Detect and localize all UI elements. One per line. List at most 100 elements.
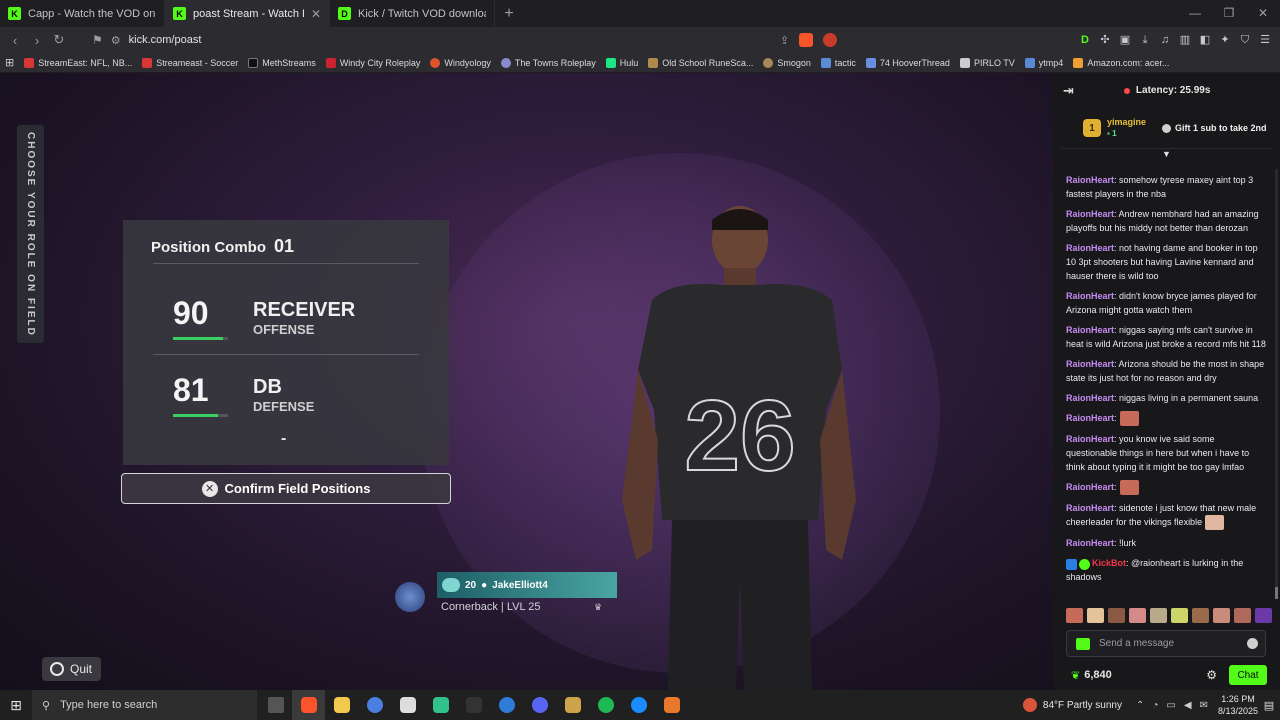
brave-rewards-icon[interactable] bbox=[823, 33, 838, 47]
chat-username[interactable]: RaionHeart bbox=[1066, 434, 1114, 444]
pinned-gifter[interactable]: 1 yimagine ▪ 1 Gift 1 sub to take 2nd bbox=[1053, 108, 1280, 148]
chat-scrollbar[interactable] bbox=[1275, 169, 1278, 599]
bookmark-item[interactable]: Old School RuneSca... bbox=[643, 57, 758, 68]
bookmark-item[interactable]: PIRLO TV bbox=[955, 57, 1020, 68]
maximize-icon[interactable]: ❐ bbox=[1212, 0, 1246, 27]
chat-username[interactable]: RaionHeart bbox=[1066, 243, 1114, 253]
emote-icon[interactable] bbox=[1213, 608, 1230, 623]
chat-username[interactable]: RaionHeart bbox=[1066, 413, 1114, 423]
music-icon[interactable]: ♫ bbox=[1158, 33, 1172, 47]
bookmark-item[interactable]: Smogon bbox=[758, 57, 816, 68]
bookmark-item[interactable]: ytmp4 bbox=[1020, 57, 1069, 68]
app-icon[interactable] bbox=[556, 690, 589, 720]
channel-points[interactable]: 6,840 bbox=[1084, 669, 1112, 681]
volume-icon[interactable]: ◀ bbox=[1184, 700, 1192, 711]
choose-role-tab[interactable]: CHOOSE YOUR ROLE ON FIELD bbox=[17, 125, 44, 343]
browser-tab-1[interactable]: K Capp - Watch the VOD on Kick bbox=[0, 0, 165, 27]
discord-icon[interactable] bbox=[523, 690, 556, 720]
send-chat-button[interactable]: Chat bbox=[1229, 665, 1267, 685]
stream-video[interactable]: CHOOSE YOUR ROLE ON FIELD Position Combo… bbox=[0, 73, 1053, 690]
app-icon[interactable] bbox=[655, 690, 688, 720]
forward-icon[interactable]: › bbox=[26, 33, 48, 48]
bookmark-item[interactable]: tactic bbox=[816, 57, 861, 68]
emote-icon[interactable] bbox=[1255, 608, 1272, 623]
wallet-icon[interactable]: ◧ bbox=[1198, 33, 1212, 47]
position-db[interactable]: 81 DB DEFENSE bbox=[173, 372, 413, 432]
sidebar-icon[interactable]: ▥ bbox=[1178, 33, 1192, 47]
bookmark-item[interactable]: Amazon.com: acer... bbox=[1068, 57, 1174, 68]
x-app-icon[interactable] bbox=[457, 690, 490, 720]
scrollbar-thumb[interactable] bbox=[1275, 587, 1278, 599]
site-info-icon[interactable]: ⚙ bbox=[111, 34, 121, 47]
taskbar-search[interactable]: ⚲ Type here to search bbox=[32, 690, 257, 720]
emote-icon[interactable] bbox=[1192, 608, 1209, 623]
apps-icon[interactable]: ⊞ bbox=[0, 56, 19, 69]
notifications-icon[interactable]: ▤ bbox=[1258, 699, 1280, 712]
app-icon[interactable] bbox=[424, 690, 457, 720]
mail-icon[interactable]: ✉ bbox=[1200, 700, 1208, 711]
expand-pinned-icon[interactable]: ▼ bbox=[1053, 149, 1280, 159]
position-receiver[interactable]: 90 RECEIVER OFFENSE bbox=[173, 295, 413, 355]
chat-username[interactable]: RaionHeart bbox=[1066, 482, 1114, 492]
chat-input[interactable]: Send a message bbox=[1066, 630, 1266, 657]
windows-start-icon[interactable]: ⊞ bbox=[0, 697, 32, 714]
window-icon[interactable]: ▣ bbox=[1118, 33, 1132, 47]
weather-widget[interactable]: 84°F Partly sunny bbox=[1022, 698, 1122, 712]
share-icon[interactable]: ⇪ bbox=[780, 34, 789, 47]
chat-username[interactable]: RaionHeart bbox=[1066, 175, 1114, 185]
menu-icon[interactable]: ☰ bbox=[1258, 33, 1272, 47]
chat-username[interactable]: RaionHeart bbox=[1066, 359, 1114, 369]
chat-username[interactable]: KickBot bbox=[1092, 558, 1126, 568]
wifi-icon[interactable]: ◔ bbox=[1152, 700, 1158, 711]
confirm-field-positions-button[interactable]: ✕ Confirm Field Positions bbox=[121, 473, 451, 504]
chrome-icon[interactable] bbox=[358, 690, 391, 720]
d-extension-icon[interactable]: D bbox=[1078, 33, 1092, 47]
app-icon[interactable] bbox=[391, 690, 424, 720]
new-tab-icon[interactable]: + bbox=[495, 0, 523, 27]
chat-username[interactable]: RaionHeart bbox=[1066, 503, 1114, 513]
vpn-icon[interactable]: ⛉ bbox=[1238, 33, 1252, 47]
emote-icon[interactable] bbox=[1066, 608, 1083, 623]
gift-sub-button[interactable]: Gift 1 sub to take 2nd bbox=[1162, 123, 1267, 133]
bookmark-item[interactable]: StreamEast: NFL, NB... bbox=[19, 57, 137, 68]
emote-icon[interactable] bbox=[1129, 608, 1146, 623]
bookmark-item[interactable]: The Towns Roleplay bbox=[496, 57, 601, 68]
close-window-icon[interactable]: ✕ bbox=[1246, 0, 1280, 27]
reload-icon[interactable]: ↻ bbox=[48, 32, 70, 48]
task-view-icon[interactable] bbox=[259, 690, 292, 720]
chat-username[interactable]: RaionHeart bbox=[1066, 291, 1114, 301]
bookmark-item[interactable]: Windy City Roleplay bbox=[321, 57, 426, 68]
chat-username[interactable]: RaionHeart bbox=[1066, 393, 1114, 403]
bookmark-item[interactable]: 74 HooverThread bbox=[861, 57, 955, 68]
edge-icon[interactable] bbox=[490, 690, 523, 720]
back-icon[interactable]: ‹ bbox=[4, 33, 26, 48]
chat-username[interactable]: RaionHeart bbox=[1066, 209, 1114, 219]
bookmark-item[interactable]: Hulu bbox=[601, 57, 644, 68]
close-tab-icon[interactable]: ✕ bbox=[311, 7, 321, 21]
emote-icon[interactable] bbox=[1234, 608, 1251, 623]
bookmark-item[interactable]: Windyology bbox=[425, 57, 496, 68]
bookmark-item[interactable]: MethStreams bbox=[243, 57, 321, 68]
collapse-chat-icon[interactable]: ⇥ bbox=[1063, 83, 1074, 99]
puzzle-icon[interactable]: ✣ bbox=[1098, 33, 1112, 47]
kick-emote-icon[interactable] bbox=[1076, 637, 1090, 650]
download-icon[interactable]: ⤓ bbox=[1138, 33, 1152, 47]
emote-icon[interactable] bbox=[1171, 608, 1188, 623]
chat-username[interactable]: RaionHeart bbox=[1066, 325, 1114, 335]
brave-shield-icon[interactable] bbox=[799, 33, 814, 47]
emoji-icon[interactable] bbox=[1247, 638, 1258, 649]
bookmark-item[interactable]: Streameast - Soccer bbox=[137, 57, 243, 68]
leo-icon[interactable]: ✦ bbox=[1218, 33, 1232, 47]
chevron-up-icon[interactable]: ⌃ bbox=[1136, 700, 1144, 711]
shazam-icon[interactable] bbox=[622, 690, 655, 720]
browser-tab-2[interactable]: K poast Stream - Watch Live on ✕ bbox=[165, 0, 330, 27]
chat-username[interactable]: RaionHeart bbox=[1066, 538, 1114, 548]
network-icon[interactable]: ▭ bbox=[1166, 700, 1175, 711]
emote-icon[interactable] bbox=[1150, 608, 1167, 623]
chat-settings-icon[interactable]: ⚙ bbox=[1206, 668, 1217, 682]
address-bar[interactable]: ⚑ ⚙ kick.com/poast bbox=[84, 30, 774, 50]
spotify-icon[interactable] bbox=[589, 690, 622, 720]
browser-tab-3[interactable]: D Kick / Twitch VOD downloader bbox=[330, 0, 495, 27]
minimize-icon[interactable]: — bbox=[1178, 0, 1212, 27]
url-text[interactable]: kick.com/poast bbox=[129, 34, 202, 46]
